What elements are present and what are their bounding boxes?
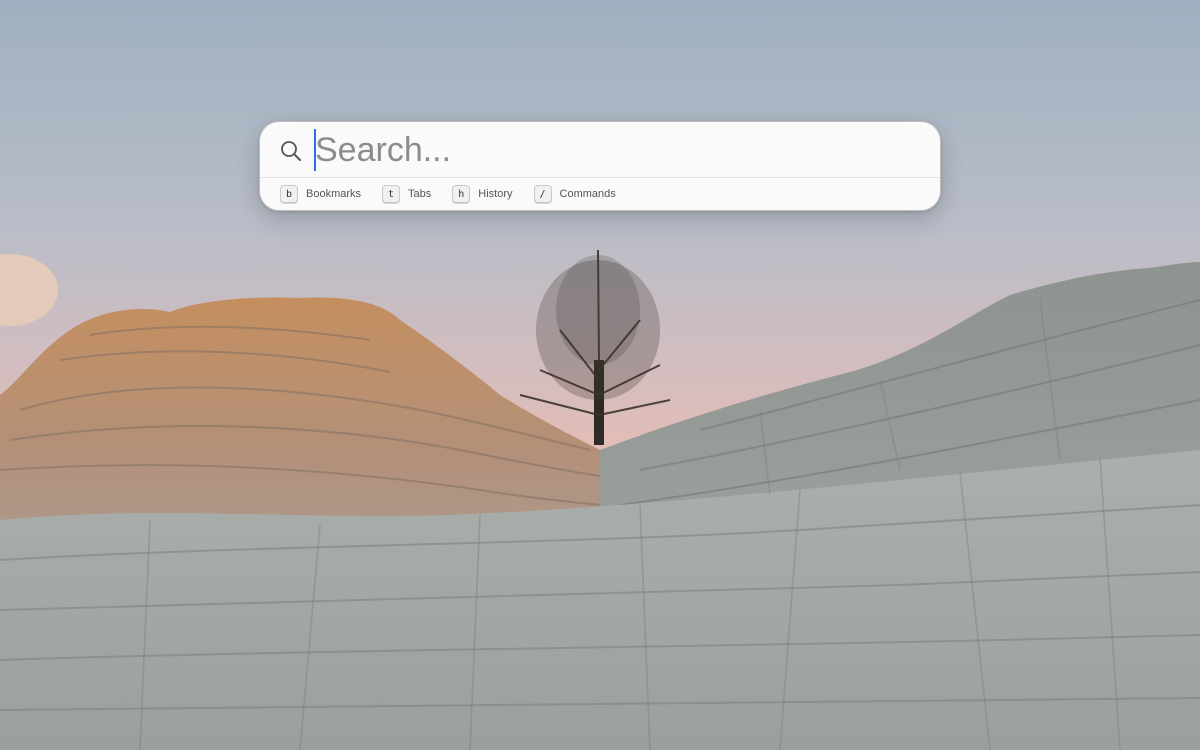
desktop: b Bookmarks t Tabs h History / Commands (0, 0, 1200, 750)
search-row[interactable] (260, 122, 940, 178)
shortcut-label: History (478, 188, 513, 200)
shortcut-commands[interactable]: / Commands (533, 185, 616, 203)
search-icon (281, 141, 301, 161)
shortcut-label: Tabs (408, 188, 432, 200)
shortcut-label: Bookmarks (306, 188, 362, 200)
wallpaper-image (0, 0, 1200, 750)
key-cap: b (280, 185, 298, 203)
key-cap: h (452, 185, 471, 203)
shortcut-tabs[interactable]: t Tabs (382, 185, 431, 203)
search-palette: b Bookmarks t Tabs h History / Commands (259, 121, 941, 211)
search-input[interactable] (315, 128, 915, 172)
shortcut-hints: b Bookmarks t Tabs h History / Commands (280, 183, 637, 205)
key-cap: / (533, 185, 552, 203)
shortcut-bookmarks[interactable]: b Bookmarks (280, 185, 361, 203)
key-cap: t (382, 185, 401, 203)
shortcut-history[interactable]: h History (452, 185, 513, 203)
shortcut-label: Commands (559, 188, 616, 200)
